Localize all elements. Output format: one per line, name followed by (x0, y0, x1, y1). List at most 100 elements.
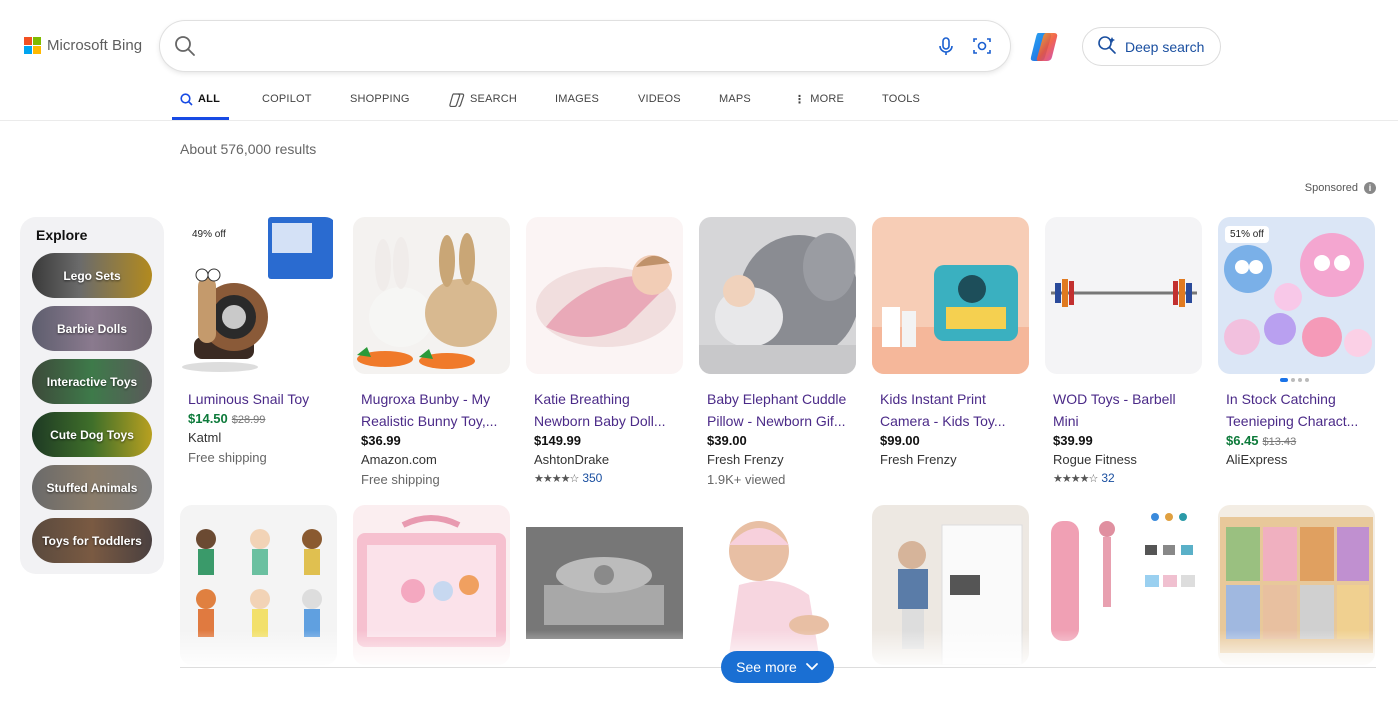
tab-images[interactable]: IMAGES (555, 88, 605, 120)
title-line: Katie Breathing (534, 391, 630, 407)
price-value: $36.99 (361, 433, 401, 448)
see-more-label: See more (736, 659, 797, 675)
explore-chip-lego-sets[interactable]: Lego Sets (32, 253, 152, 298)
product-price: $6.45 $13.43 (1226, 433, 1375, 448)
product-price: $99.00 (880, 433, 1029, 448)
product-image[interactable] (699, 217, 856, 374)
tab-search[interactable]: SEARCH (449, 88, 523, 120)
product-card[interactable]: Katie Breathing Newborn Baby Doll... $149… (526, 217, 683, 485)
tab-shopping[interactable]: SHOPPING (350, 88, 416, 120)
deep-search-label: Deep search (1125, 38, 1205, 55)
discount-badge: 51% off (1225, 226, 1269, 243)
explore-chip-barbie-dolls[interactable]: Barbie Dolls (32, 306, 152, 351)
product-image[interactable] (872, 217, 1029, 374)
copilot-search-icon (449, 93, 465, 110)
title-line: Baby Elephant Cuddle (707, 391, 847, 407)
product-image[interactable] (1045, 217, 1202, 374)
product-image[interactable] (353, 217, 510, 374)
original-price: $28.99 (231, 414, 266, 426)
title-line: Mugroxa Bunby - My (361, 391, 491, 407)
product-rating[interactable]: ★★★★☆ 350 (534, 471, 683, 485)
product-card[interactable]: Baby Elephant Cuddle Pillow - Newborn Gif… (699, 217, 856, 487)
product-price: $39.99 (1053, 433, 1202, 448)
product-image[interactable]: 51% off (1218, 217, 1375, 374)
explore-title: Explore (36, 227, 88, 243)
copilot-icon[interactable] (1028, 29, 1064, 65)
chip-label: Interactive Toys (46, 374, 138, 389)
product-card[interactable]: 51% off In Stock Catching Teenieping Char… (1218, 217, 1375, 467)
price-value: $39.99 (1053, 433, 1093, 448)
title-line: WOD Toys - Barbell (1053, 391, 1176, 407)
baby-doll-image (536, 255, 676, 347)
explore-chip-interactive-toys[interactable]: Interactive Toys (32, 359, 152, 404)
product-image[interactable]: 49% off (180, 217, 337, 374)
product-price: $36.99 (361, 433, 510, 448)
visual-search-icon[interactable] (972, 36, 992, 61)
explore-chip-cute-dog-toys[interactable]: Cute Dog Toys (32, 412, 152, 457)
barbell-image (1051, 279, 1197, 307)
product-title[interactable]: In Stock Catching Teenieping Charact... (1226, 388, 1371, 432)
product-title[interactable]: Katie Breathing Newborn Baby Doll... (534, 388, 679, 432)
microphone-icon[interactable] (936, 36, 956, 61)
deep-search-icon (1097, 35, 1117, 58)
chip-label: Toys for Toddlers (42, 533, 142, 548)
price-value: $39.00 (707, 433, 747, 448)
search-tabs: ALL COPILOT SHOPPING SEARCH IMAGES VIDEO… (172, 88, 922, 120)
product-title[interactable]: Baby Elephant Cuddle Pillow - Newborn Gif… (707, 388, 852, 432)
product-card[interactable]: WOD Toys - Barbell Mini $39.99 Rogue Fitn… (1045, 217, 1202, 485)
price-value: $6.45 (1226, 433, 1259, 448)
chip-label: Stuffed Animals (46, 480, 138, 495)
original-price: $13.43 (1262, 436, 1297, 448)
brand-name: Microsoft Bing (47, 37, 143, 54)
tab-maps[interactable]: MAPS (719, 88, 762, 120)
explore-chip-toys-for-toddlers[interactable]: Toys for Toddlers (32, 518, 152, 563)
discount-badge: 49% off (187, 226, 231, 243)
star-rating-icon: ★★★★☆ (534, 472, 579, 485)
microsoft-logo-icon (24, 37, 41, 54)
sponsored-label[interactable]: Sponsored i (1305, 182, 1376, 194)
product-shipping: Free shipping (361, 472, 440, 487)
search-box[interactable] (160, 21, 1010, 71)
product-price: $39.00 (707, 433, 856, 448)
bing-logo[interactable]: Microsoft Bing (24, 37, 142, 54)
price-value: $99.00 (880, 433, 920, 448)
product-title[interactable]: Mugroxa Bunby - My Realistic Bunny Toy,..… (361, 388, 506, 432)
product-rating[interactable]: ★★★★☆ 32 (1053, 471, 1202, 485)
product-title[interactable]: Luminous Snail Toy (188, 388, 333, 410)
product-title[interactable]: Kids Instant Print Camera - Kids Toy... (880, 388, 1025, 432)
tab-copilot[interactable]: COPILOT (262, 88, 317, 120)
tab-label: TOOLS (882, 93, 921, 105)
tab-more[interactable]: ⋮ MORE (794, 88, 850, 120)
product-seller: Fresh Frenzy (707, 452, 784, 467)
search-icon (180, 93, 193, 109)
title-line: Mini (1053, 413, 1079, 429)
tab-label: MAPS (719, 93, 751, 105)
product-title[interactable]: WOD Toys - Barbell Mini (1053, 388, 1198, 432)
title-line: Newborn Baby Doll... (534, 413, 666, 429)
tab-videos[interactable]: VIDEOS (638, 88, 686, 120)
product-card[interactable]: Mugroxa Bunby - My Realistic Bunny Toy,..… (353, 217, 510, 487)
chip-label: Barbie Dolls (56, 321, 128, 336)
price-value: $14.50 (188, 411, 228, 426)
tab-label: SHOPPING (350, 93, 410, 105)
product-card[interactable]: 49% off Luminous Snail Toy $14.50 $28.99 … (180, 217, 337, 465)
product-seller: Amazon.com (361, 452, 437, 467)
product-price: $14.50 $28.99 (188, 411, 337, 426)
sponsored-text: Sponsored (1304, 182, 1358, 194)
carousel-dots[interactable] (1280, 378, 1309, 382)
product-shipping: Free shipping (188, 450, 267, 465)
deep-search-button[interactable]: Deep search (1082, 27, 1221, 66)
tab-tools[interactable]: TOOLS (882, 88, 922, 120)
search-input[interactable] (210, 33, 970, 59)
explore-chip-stuffed-animals[interactable]: Stuffed Animals (32, 465, 152, 510)
product-card[interactable]: Kids Instant Print Camera - Kids Toy... $… (872, 217, 1029, 467)
product-seller: Rogue Fitness (1053, 452, 1137, 467)
product-image[interactable] (526, 217, 683, 374)
tab-label: COPILOT (262, 93, 312, 105)
product-price: $149.99 (534, 433, 683, 448)
see-more-button[interactable]: See more (721, 651, 834, 683)
info-icon[interactable]: i (1364, 182, 1376, 194)
chevron-down-icon (805, 659, 819, 675)
tab-label: VIDEOS (638, 93, 681, 105)
tab-all[interactable]: ALL (172, 88, 229, 120)
